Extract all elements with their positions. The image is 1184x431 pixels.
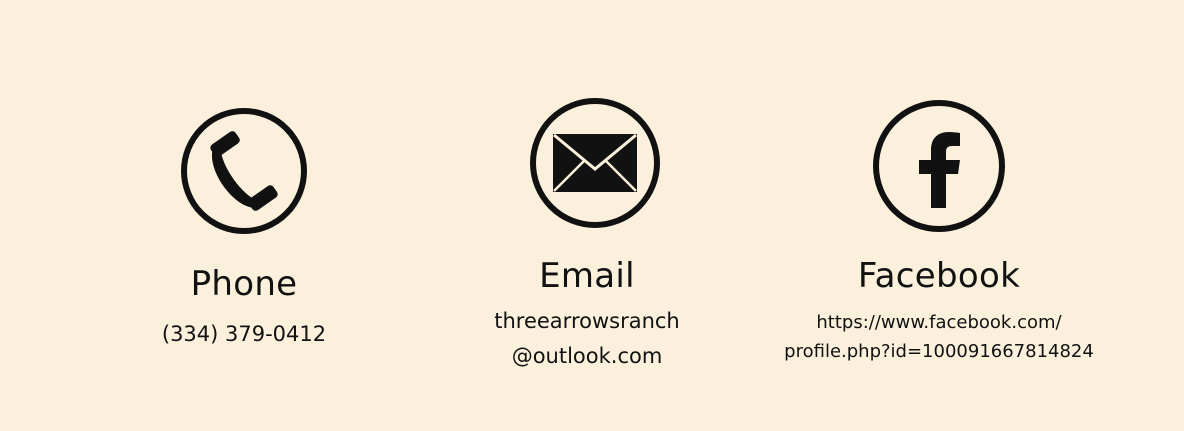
- email-label: Email: [539, 256, 635, 296]
- facebook-label: Facebook: [857, 256, 1021, 296]
- phone-label: Phone: [190, 264, 298, 304]
- facebook-icon[interactable]: [871, 98, 1007, 234]
- phone-number[interactable]: (334) 379-0412: [143, 322, 345, 346]
- email-address-line1: threearrowsranch: [494, 309, 680, 333]
- facebook-url-line1: https://www.facebook.com/: [816, 312, 1062, 333]
- phone-contact[interactable]: Phone (334) 379-0412: [143, 100, 345, 360]
- facebook-url[interactable]: https://www.facebook.com/ profile.php?id…: [770, 308, 1108, 366]
- email-contact[interactable]: Email threearrowsranch @outlook.com: [470, 90, 704, 380]
- facebook-url-line2: profile.php?id=100091667814824: [784, 341, 1094, 362]
- phone-icon[interactable]: [179, 106, 309, 236]
- email-address-line2: @outlook.com: [511, 344, 663, 368]
- facebook-contact[interactable]: Facebook https://www.facebook.com/ profi…: [770, 92, 1108, 382]
- email-address[interactable]: threearrowsranch @outlook.com: [470, 304, 704, 374]
- envelope-icon[interactable]: [528, 96, 662, 230]
